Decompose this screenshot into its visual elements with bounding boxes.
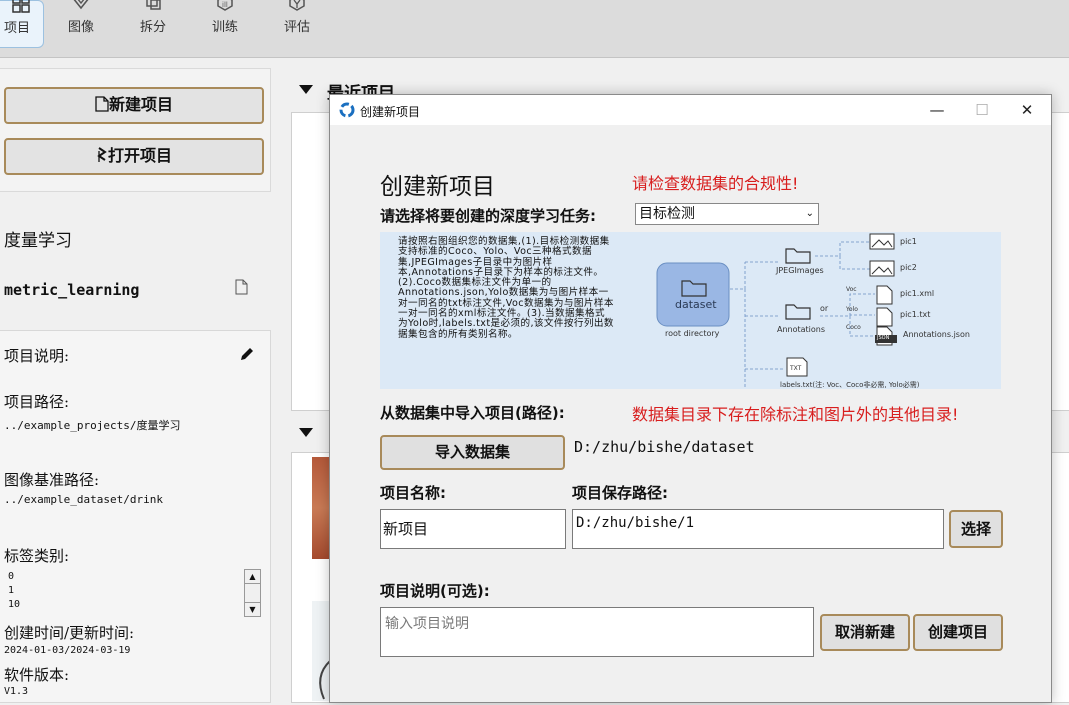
pic1-label: pic1	[900, 237, 917, 246]
top-toolbar: 项目 图像 拆分 ill 训练 评估	[0, 0, 1069, 58]
new-project-label: 新建项目	[108, 95, 173, 114]
project-name-input[interactable]: 新项目	[380, 509, 566, 549]
task-select-value: 目标检测	[639, 206, 695, 222]
desc-label: 项目说明(可选):	[380, 582, 490, 600]
time-value: 2024-01-03/2024-03-19	[4, 645, 131, 656]
link-icon	[96, 142, 108, 174]
app-logo-icon	[339, 102, 355, 122]
desc-label: 项目说明:	[4, 347, 70, 365]
image-base-label: 图像基准路径:	[4, 471, 100, 489]
dialog-title: 创建新项目	[360, 105, 421, 119]
dataset-guide: 请按照右图组织您的数据集,(1).目标检测数据集支持标准的Coco、Yolo、V…	[380, 232, 1001, 389]
desc-input[interactable]: 输入项目说明	[380, 607, 814, 657]
root-label: root directory	[665, 329, 720, 338]
voc-label: Voc	[846, 286, 857, 293]
edit-icon[interactable]	[239, 346, 255, 366]
image-icon	[73, 0, 89, 10]
new-project-button[interactable]: 新建项目	[4, 87, 264, 124]
dialog-heading: 创建新项目	[380, 174, 495, 200]
svg-text:ill: ill	[222, 1, 228, 9]
tab-label: 拆分	[139, 20, 166, 35]
project-info-panel: 项目说明: 项目路径: ../example_projects/度量学习 图像基…	[0, 330, 271, 703]
project-actions-panel: 新建项目 打开项目	[0, 68, 271, 192]
tab-label: 项目	[3, 21, 30, 36]
annotations-label: Annotations	[777, 325, 826, 334]
split-icon	[146, 0, 161, 10]
dialog-titlebar[interactable]: 创建新项目 — ☐ ✕	[330, 95, 1051, 125]
scroll-down-icon[interactable]: ▼	[245, 602, 260, 616]
import-label: 从数据集中导入项目(路径):	[380, 404, 565, 422]
tab-evaluate[interactable]: 评估	[265, 0, 329, 46]
or-label: or	[820, 304, 829, 313]
version-value: V1.3	[4, 686, 29, 697]
file-icon	[95, 91, 109, 123]
jpeg-label: JPEGImages	[776, 266, 824, 275]
create-project-button[interactable]: 创建项目	[913, 614, 1003, 651]
maximize-button[interactable]: ☐	[960, 97, 1004, 123]
close-button[interactable]: ✕	[1005, 97, 1049, 123]
project-name-label: 项目名称:	[380, 484, 446, 502]
dataset-node-label: dataset	[675, 298, 717, 311]
tags-label: 标签类别:	[4, 547, 70, 565]
list-item: 10	[8, 599, 21, 610]
project-card[interactable]: 度量学习 metric_learning	[0, 200, 270, 320]
collapse-icon[interactable]	[299, 85, 313, 94]
time-label: 创建时间/更新时间:	[4, 624, 135, 642]
tags-list[interactable]: 0 1 10 ▲ ▼	[4, 569, 262, 617]
tab-split[interactable]: 拆分	[121, 0, 185, 46]
save-path-value: D:/zhu/bishe/1	[576, 515, 695, 531]
open-project-button[interactable]: 打开项目	[4, 138, 264, 175]
file-icon	[235, 279, 248, 299]
path-label: 项目路径:	[4, 393, 70, 411]
version-label: 软件版本:	[4, 666, 70, 684]
minimize-button[interactable]: —	[915, 97, 959, 123]
json-badge: JSON	[877, 335, 890, 341]
list-item: 1	[8, 585, 15, 596]
labels-txt-label: labels.txt(注: Voc、Coco非必需, Yolo必需)	[780, 381, 920, 389]
open-project-label: 打开项目	[107, 146, 172, 165]
tab-label: 图像	[67, 20, 94, 35]
scrollbar[interactable]: ▲ ▼	[244, 569, 261, 617]
tab-label: 训练	[211, 20, 238, 35]
train-icon: ill	[217, 0, 233, 11]
project-name: 度量学习	[4, 231, 72, 251]
path-value: ../example_projects/度量学习	[4, 419, 181, 432]
choose-path-button[interactable]: 选择	[949, 510, 1003, 548]
list-item: 0	[8, 571, 15, 582]
chevron-down-icon: ⌄	[805, 208, 814, 219]
pic2-label: pic2	[900, 263, 917, 272]
save-path-input[interactable]: D:/zhu/bishe/1	[572, 509, 944, 549]
coco-label: Coco	[846, 324, 861, 331]
tab-train[interactable]: ill 训练	[193, 0, 257, 46]
task-select[interactable]: 目标检测 ⌄	[635, 203, 819, 225]
dataset-path-value: D:/zhu/bishe/dataset	[574, 438, 755, 456]
task-label: 请选择将要创建的深度学习任务:	[380, 207, 597, 225]
annotations-json-label: Annotations.json	[903, 330, 970, 339]
txt-badge: TXT	[790, 365, 802, 372]
image-base-value: ../example_dataset/drink	[4, 493, 163, 506]
scroll-up-icon[interactable]: ▲	[245, 570, 260, 584]
yolo-label: Yolo	[846, 306, 858, 313]
tab-image[interactable]: 图像	[49, 0, 113, 46]
desc-placeholder: 输入项目说明	[385, 616, 469, 632]
pic1-xml-label: pic1.xml	[900, 289, 935, 298]
create-project-dialog: 创建新项目 — ☐ ✕ 创建新项目 请检查数据集的合规性! 请选择将要创建的深度…	[329, 94, 1052, 703]
save-path-label: 项目保存路径:	[572, 484, 668, 502]
compliance-warning: 请检查数据集的合规性!	[632, 174, 799, 193]
project-name-value: 新项目	[383, 520, 429, 538]
pic1-txt-label: pic1.txt	[900, 310, 931, 319]
directory-warning: 数据集目录下存在除标注和图片外的其他目录!	[632, 405, 959, 424]
cancel-create-button[interactable]: 取消新建	[820, 614, 910, 651]
import-dataset-button[interactable]: 导入数据集	[380, 435, 565, 470]
tab-label: 评估	[283, 20, 310, 35]
evaluate-icon	[289, 0, 305, 11]
grid-icon	[12, 0, 30, 13]
project-key: metric_learning	[4, 281, 140, 299]
tab-project[interactable]: 项目	[0, 0, 44, 48]
collapse-icon[interactable]	[299, 428, 313, 437]
